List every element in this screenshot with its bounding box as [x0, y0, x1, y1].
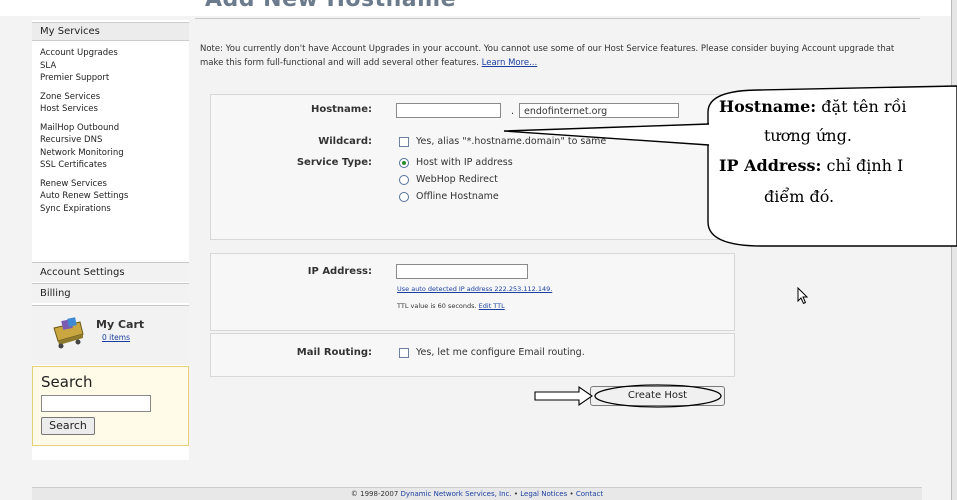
service-option-offline: Offline Hostname [416, 191, 499, 202]
callout-hostname-desc: đặt tên rồi [821, 97, 907, 116]
hostname-label: Hostname: [310, 104, 372, 115]
sidebar-item-renew-services[interactable]: Renew Services [40, 178, 185, 191]
domain-separator: . [511, 106, 515, 117]
callout-line-3: IP Address: chỉ định I [719, 156, 903, 175]
footer-legal-link[interactable]: Legal Notices [520, 490, 567, 498]
sidebar-item-account-upgrades[interactable]: Account Upgrades [40, 47, 185, 60]
ip-detect-link[interactable]: Use auto detected IP address 222.253.112… [397, 285, 552, 293]
divider [195, 18, 920, 19]
service-radio-host-ip[interactable] [399, 158, 409, 168]
wildcard-label: Wildcard: [318, 136, 372, 147]
ip-detect-link-wrap: Use auto detected IP address 222.253.112… [397, 285, 552, 293]
create-host-button[interactable]: Create Host [590, 386, 725, 406]
note-text: Note: You currently don't have Account U… [200, 44, 895, 68]
edit-ttl-link[interactable]: Edit TTL [479, 302, 505, 310]
service-option-host-ip: Host with IP address [416, 157, 513, 168]
footer-separator: • [569, 490, 574, 498]
service-radio-webhop[interactable] [399, 175, 409, 185]
page-title: Add New Hostname [205, 0, 456, 12]
upgrade-note: Note: You currently don't have Account U… [200, 42, 920, 70]
wildcard-option-label: Yes, alias "*.hostname.domain" to same [416, 136, 607, 147]
ttl-text: TTL value is 60 seconds. [397, 302, 477, 310]
ttl-info: TTL value is 60 seconds. Edit TTL [397, 302, 505, 310]
footer-contact-link[interactable]: Contact [576, 490, 603, 498]
mail-routing-label: Mail Routing: [296, 347, 372, 358]
sidebar-section-billing[interactable]: Billing [32, 283, 189, 303]
callout-line-2: tương ứng. [764, 126, 852, 145]
search-button[interactable]: Search [41, 417, 95, 435]
mouse-cursor-icon [797, 287, 809, 305]
sidebar-item-sync-expirations[interactable]: Sync Expirations [40, 203, 185, 216]
vertical-scrollbar[interactable] [951, 0, 957, 500]
sidebar-item-zone-services[interactable]: Zone Services [40, 91, 185, 104]
service-radio-offline[interactable] [399, 192, 409, 202]
search-title: Search [41, 373, 93, 391]
wildcard-checkbox[interactable] [399, 137, 409, 147]
mail-routing-option-label: Yes, let me configure Email routing. [416, 347, 585, 358]
callout-ip-term: IP Address: [719, 156, 822, 175]
footer-separator: • [513, 490, 518, 498]
sidebar-item-ssl-certificates[interactable]: SSL Certificates [40, 159, 185, 172]
callout-hostname-term: Hostname: [719, 97, 817, 116]
domain-select[interactable]: endofinternet.org [519, 103, 679, 118]
cart-title: My Cart [96, 318, 145, 331]
callout-line-4: điểm đó. [764, 187, 835, 206]
service-type-label: Service Type: [296, 157, 372, 168]
learn-more-link[interactable]: Learn More... [482, 58, 538, 68]
sidebar-item-mailhop-outbound[interactable]: MailHop Outbound [40, 122, 185, 135]
mail-routing-checkbox[interactable] [399, 348, 409, 358]
search-panel: Search Search [32, 366, 189, 446]
service-option-webhop: WebHop Redirect [416, 174, 498, 185]
sidebar-item-premier-support[interactable]: Premier Support [40, 72, 185, 85]
sidebar-item-network-monitoring[interactable]: Network Monitoring [40, 147, 185, 160]
sidebar-item-recursive-dns[interactable]: Recursive DNS [40, 134, 185, 147]
cart-panel: My Cart 0 items [32, 305, 189, 365]
cart-items-link[interactable]: 0 items [102, 333, 130, 342]
ip-label: IP Address: [307, 266, 372, 277]
callout-line-1: Hostname: đặt tên rồi [719, 97, 906, 116]
top-bar [0, 0, 957, 16]
sidebar-item-auto-renew-settings[interactable]: Auto Renew Settings [40, 190, 185, 203]
callout-ip-desc: chỉ định I [826, 156, 904, 175]
cart-icon[interactable] [50, 314, 86, 350]
hostname-input[interactable] [396, 103, 501, 118]
footer-copyright: © 1998-2007 [350, 490, 399, 498]
sidebar-list: Account Upgrades SLA Premier Support Zon… [40, 47, 185, 215]
domain-select-value: endofinternet.org [524, 106, 608, 117]
sidebar-item-sla[interactable]: SLA [40, 60, 185, 73]
ip-input[interactable] [396, 264, 528, 279]
search-input[interactable] [41, 395, 151, 412]
page-frame: Add New Hostname My Services Account Upg… [0, 0, 957, 500]
sidebar-section-account-settings[interactable]: Account Settings [32, 262, 189, 282]
sidebar-item-host-services[interactable]: Host Services [40, 103, 185, 116]
footer-company-link[interactable]: Dynamic Network Services, Inc. [401, 490, 512, 498]
sidebar-section-my-services[interactable]: My Services [32, 22, 189, 41]
footer: © 1998-2007 Dynamic Network Services, In… [32, 487, 922, 500]
